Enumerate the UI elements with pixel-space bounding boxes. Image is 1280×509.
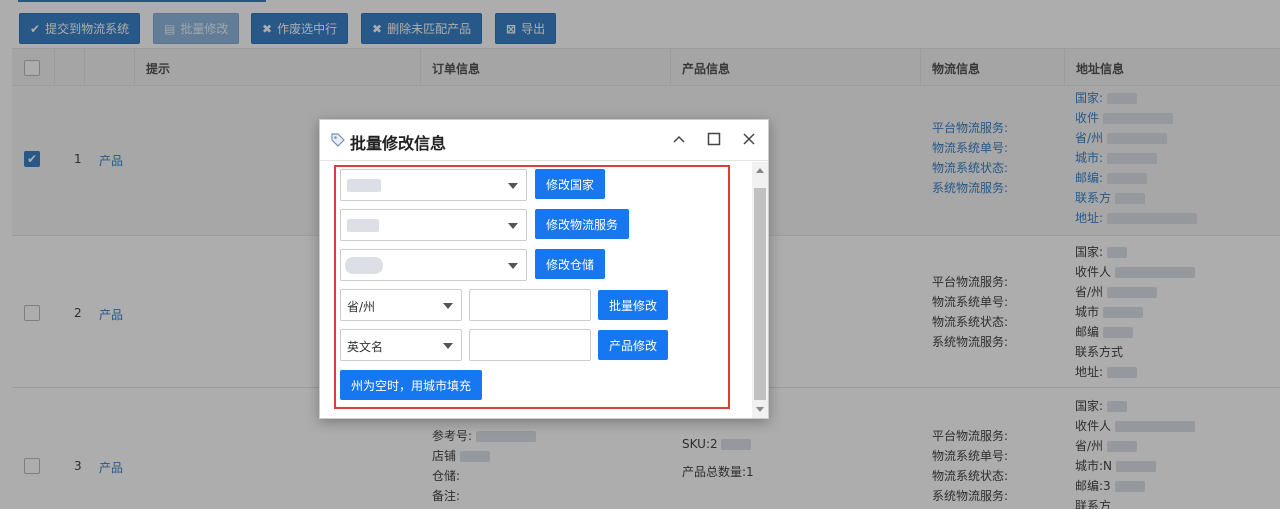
edit-product-button[interactable]: 产品修改 xyxy=(598,330,668,360)
chevron-down-icon xyxy=(508,183,518,189)
country-select[interactable] xyxy=(340,169,527,201)
product-field-select[interactable]: 英文名 xyxy=(340,329,462,361)
warehouse-select[interactable] xyxy=(340,249,527,281)
tag-icon xyxy=(331,133,345,147)
edit-logistics-service-button[interactable]: 修改物流服务 xyxy=(535,209,629,239)
scroll-thumb[interactable] xyxy=(754,188,766,400)
product-value-input[interactable] xyxy=(469,329,591,361)
edit-country-button[interactable]: 修改国家 xyxy=(535,169,605,199)
dialog-body: 修改国家 修改物流服务 修改仓储 省/州 批量修改 英文名 产品修改 州为空时，… xyxy=(320,162,768,418)
logistics-service-select[interactable] xyxy=(340,209,527,241)
close-icon[interactable] xyxy=(740,132,758,150)
field-value-input[interactable] xyxy=(469,289,591,321)
chevron-down-icon xyxy=(443,343,453,349)
field-select[interactable]: 省/州 xyxy=(340,289,462,321)
dialog-title: 批量修改信息 xyxy=(350,134,447,153)
chevron-down-icon xyxy=(508,223,518,229)
collapse-icon[interactable] xyxy=(670,132,688,150)
dialog-titlebar: 批量修改信息 xyxy=(320,120,768,161)
batch-edit-dialog: 批量修改信息 修改国家 修改物流服务 修改仓储 省/州 批量修改 英文名 产品修… xyxy=(319,119,769,419)
chevron-down-icon xyxy=(443,303,453,309)
maximize-icon[interactable] xyxy=(705,132,723,150)
edit-warehouse-button[interactable]: 修改仓储 xyxy=(535,249,605,279)
batch-edit-field-button[interactable]: 批量修改 xyxy=(598,290,668,320)
chevron-down-icon xyxy=(508,263,518,269)
fill-state-with-city-button[interactable]: 州为空时，用城市填充 xyxy=(340,370,482,400)
scroll-down-icon[interactable] xyxy=(756,407,764,412)
dialog-scrollbar[interactable] xyxy=(752,162,768,418)
scroll-up-icon[interactable] xyxy=(756,168,764,173)
